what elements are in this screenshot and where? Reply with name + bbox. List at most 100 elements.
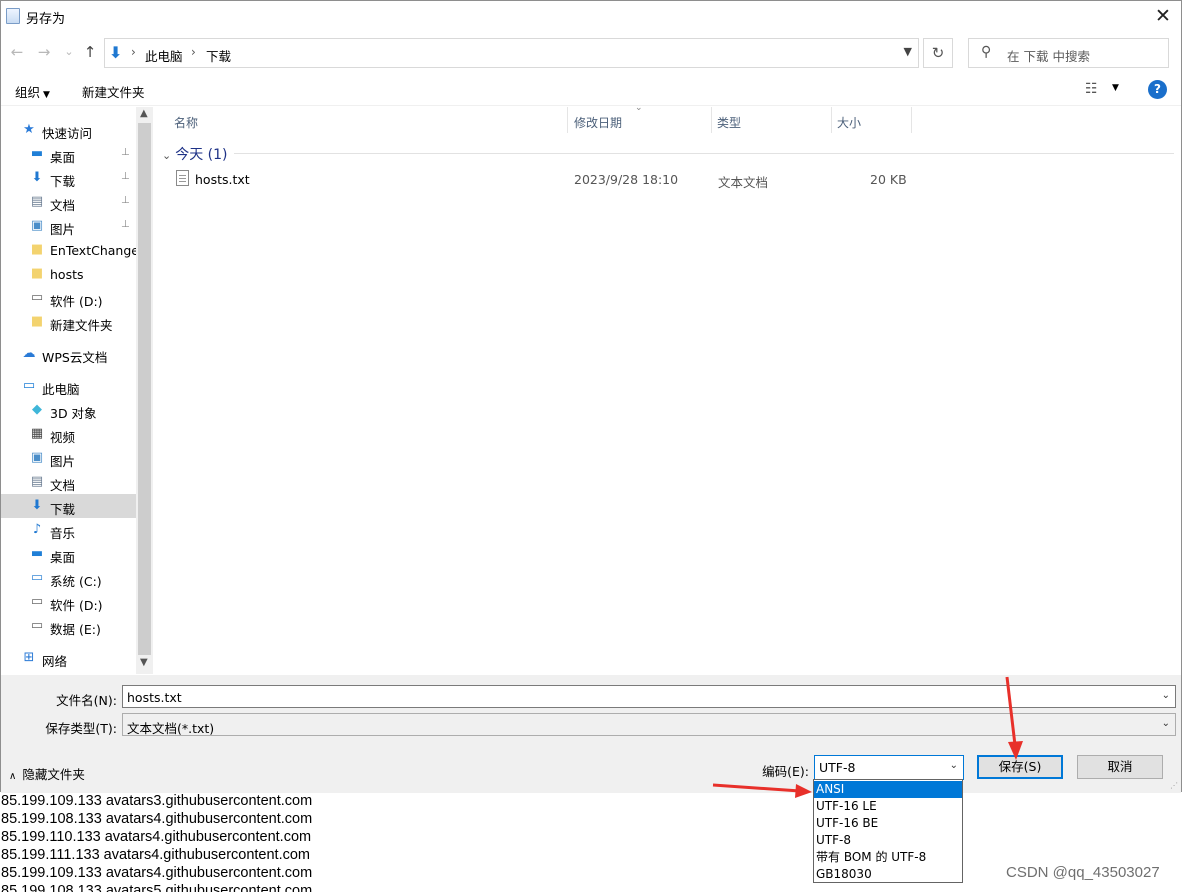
view-options-icon[interactable]: ☷ <box>1085 81 1098 97</box>
3d-objects-icon: ◆ <box>32 402 42 417</box>
pin-icon: ⊥ <box>121 195 130 206</box>
sidebar-item[interactable]: ☁ WPS云文档 <box>1 342 136 366</box>
sidebar-item[interactable]: ♪ 音乐 <box>1 518 136 542</box>
encoding-value: UTF-8 <box>819 760 856 775</box>
scroll-down-icon[interactable]: ▼ <box>140 657 148 668</box>
cancel-button[interactable]: 取消 <box>1077 755 1163 779</box>
encoding-option[interactable]: 带有 BOM 的 UTF-8 <box>814 849 962 866</box>
organize-menu[interactable]: 组织 ▼ <box>15 82 50 101</box>
sidebar-item[interactable]: ■ 新建文件夹 <box>1 310 136 334</box>
sidebar-item[interactable]: ▭ 数据 (E:) <box>1 614 136 638</box>
table-row[interactable]: hosts.txt 2023/9/28 18:10 文本文档 20 KB <box>174 167 1174 191</box>
nav-pane-scrollbar[interactable]: ▲ ▼ <box>136 107 153 674</box>
search-box[interactable]: ⚲ 在 下载 中搜索 <box>968 38 1169 68</box>
file-type: 文本文档 <box>718 175 769 190</box>
sidebar-item[interactable]: ◆ 3D 对象 <box>1 398 136 422</box>
chevron-down-icon[interactable]: ⌄ <box>1162 690 1170 701</box>
sidebar-item[interactable]: ⬇ 下载 ⊥ <box>1 166 136 190</box>
column-size[interactable]: 大小 <box>837 114 861 131</box>
column-type[interactable]: 类型 <box>717 114 741 131</box>
hosts-line: 85.199.108.133 avatars4.githubuserconten… <box>1 811 313 827</box>
download-folder-icon: ⬇ <box>109 43 123 62</box>
caret-down-icon[interactable]: ▼ <box>1112 83 1119 93</box>
encoding-select[interactable]: UTF-8 ⌄ <box>814 755 964 780</box>
folder-icon: ■ <box>30 314 44 329</box>
sidebar-item[interactable]: ⊞ 网络 <box>1 646 136 670</box>
sidebar-item-label: 图片 <box>50 222 76 237</box>
sidebar-item[interactable]: ▤ 文档 ⊥ <box>1 190 136 214</box>
scroll-up-icon[interactable]: ▲ <box>140 108 148 119</box>
encoding-option[interactable]: GB18030 <box>814 866 962 883</box>
music-icon: ♪ <box>32 522 42 537</box>
sidebar-item[interactable]: ■ hosts <box>1 262 136 286</box>
close-button[interactable]: ✕ <box>1149 3 1177 29</box>
sidebar-item-label: 下载 <box>50 502 76 517</box>
sidebar-item[interactable]: ▤ 文档 <box>1 470 136 494</box>
dialog-title: 另存为 <box>26 12 66 27</box>
sidebar-item-label: 系统 (C:) <box>50 574 102 589</box>
drive-icon: ▭ <box>30 290 44 305</box>
sidebar-item-label: 视频 <box>50 430 76 445</box>
forward-arrow-icon[interactable]: → <box>34 40 54 64</box>
back-arrow-icon[interactable]: ← <box>7 40 27 64</box>
new-folder-button[interactable]: 新建文件夹 <box>82 82 145 101</box>
sidebar-item[interactable]: ▭ 软件 (D:) <box>1 286 136 310</box>
encoding-option[interactable]: ANSI <box>814 781 962 798</box>
help-icon[interactable]: ? <box>1148 80 1167 99</box>
download-icon: ⬇ <box>31 170 43 185</box>
group-header-today[interactable]: ⌄ 今天 (1) <box>162 144 228 164</box>
refresh-button[interactable]: ↻ <box>923 38 953 68</box>
sidebar-item[interactable]: ▭ 系统 (C:) <box>1 566 136 590</box>
sidebar-item[interactable]: ▣ 图片 ⊥ <box>1 214 136 238</box>
chevron-up-icon: ∧ <box>9 771 17 782</box>
save-button[interactable]: 保存(S) <box>977 755 1063 779</box>
sidebar-item[interactable]: ▭ 软件 (D:) <box>1 590 136 614</box>
column-modified[interactable]: 修改日期 <box>574 114 622 131</box>
sidebar-item[interactable]: ▭ 此电脑 <box>1 374 136 398</box>
resize-grip-icon[interactable]: ⋰ <box>1170 781 1178 790</box>
filename-input[interactable]: hosts.txt <box>127 690 182 705</box>
sidebar-item[interactable]: ▬ 桌面 <box>1 542 136 566</box>
filetype-select[interactable]: 文本文档(*.txt) ⌄ <box>122 713 1176 736</box>
chevron-down-icon[interactable]: ⌄ <box>950 760 958 771</box>
breadcrumb-this-pc[interactable]: 此电脑 <box>145 46 183 65</box>
chevron-down-icon[interactable]: ▼ <box>904 45 912 58</box>
breadcrumb-downloads[interactable]: 下载 <box>206 46 231 65</box>
column-divider[interactable] <box>711 107 712 133</box>
sidebar-item[interactable]: ▣ 图片 <box>1 446 136 470</box>
hide-folders-toggle[interactable]: ∧ 隐藏文件夹 <box>9 764 85 783</box>
folder-icon: ■ <box>30 242 44 257</box>
chevron-down-icon[interactable]: ⌄ <box>1162 718 1170 729</box>
save-options-panel: 文件名(N): hosts.txt ⌄ 保存类型(T): 文本文档(*.txt)… <box>1 675 1181 793</box>
filename-label: 文件名(N): <box>56 693 117 708</box>
up-arrow-icon[interactable]: ↑ <box>80 40 100 64</box>
sidebar-item-label: 图片 <box>50 454 76 469</box>
scrollbar-thumb[interactable] <box>138 123 151 655</box>
sidebar-item[interactable]: ★ 快速访问 <box>1 118 136 142</box>
sidebar-item-label: EnTextChange_ <box>50 243 146 258</box>
pin-icon: ⊥ <box>121 171 130 182</box>
caret-down-icon: ▼ <box>43 90 50 100</box>
sidebar-item-label: 3D 对象 <box>50 406 97 421</box>
column-divider[interactable] <box>567 107 568 133</box>
column-divider[interactable] <box>831 107 832 133</box>
sidebar-item[interactable]: ⬇ 下载 <box>1 494 136 518</box>
file-modified: 2023/9/28 18:10 <box>574 172 679 187</box>
hosts-line: 85.199.109.133 avatars3.githubuserconten… <box>1 793 313 809</box>
encoding-option[interactable]: UTF-16 LE <box>814 798 962 815</box>
encoding-option[interactable]: UTF-16 BE <box>814 815 962 832</box>
sidebar-item-label: 数据 (E:) <box>50 622 101 637</box>
recent-locations-icon[interactable]: ⌄ <box>59 40 79 64</box>
search-input[interactable]: 在 下载 中搜索 <box>1007 46 1090 65</box>
sidebar-item[interactable]: ■ EnTextChange_ <box>1 238 145 262</box>
search-icon: ⚲ <box>981 44 992 60</box>
sidebar-item[interactable]: ▬ 桌面 ⊥ <box>1 142 136 166</box>
sidebar-item[interactable]: ▦ 视频 <box>1 422 136 446</box>
encoding-option[interactable]: UTF-8 <box>814 832 962 849</box>
pin-icon: ⊥ <box>121 219 130 230</box>
column-divider[interactable] <box>911 107 912 133</box>
column-name[interactable]: 名称 <box>174 114 198 131</box>
encoding-dropdown-list: ANSI UTF-16 LE UTF-16 BE UTF-8 带有 BOM 的 UTF-… <box>813 779 963 883</box>
filename-field[interactable]: hosts.txt ⌄ <box>122 685 1176 708</box>
address-bar[interactable]: ⬇ › 此电脑 › 下载 ▼ <box>104 38 919 68</box>
